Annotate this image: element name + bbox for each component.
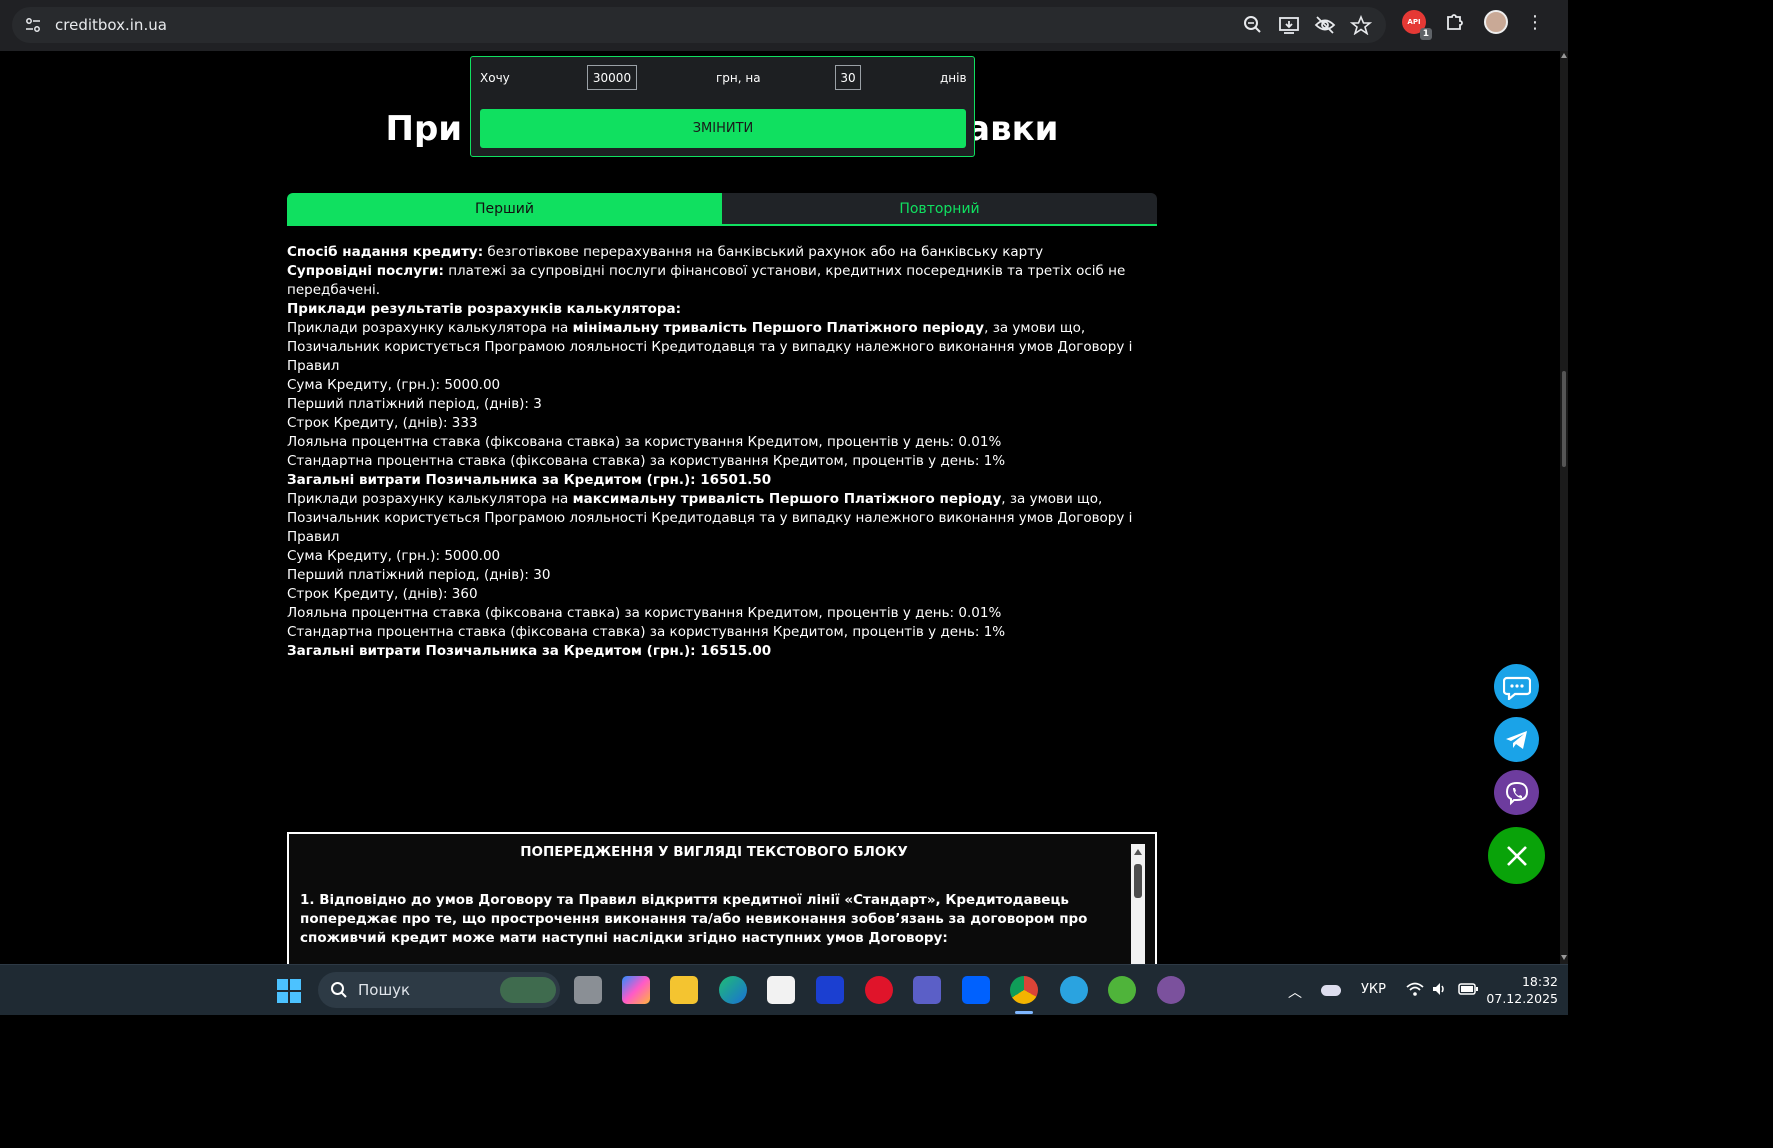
- close-contacts-button[interactable]: [1488, 827, 1545, 884]
- windows-start-icon[interactable]: [276, 978, 302, 1004]
- example2-total: Загальні витрати Позичальника за Кредито…: [287, 643, 772, 659]
- services-paragraph: Супровідні послуги: платежі за супровідн…: [287, 262, 1147, 300]
- file-explorer-icon[interactable]: [670, 976, 698, 1004]
- tray-overflow-chevron-icon[interactable]: ︿: [1288, 982, 1302, 1002]
- teams-icon[interactable]: [913, 976, 941, 1004]
- language-indicator[interactable]: УКР: [1361, 982, 1386, 997]
- zoom-icon[interactable]: [1242, 15, 1264, 35]
- example1-first-period: Перший платіжний період, (днів): 3: [287, 396, 542, 412]
- eye-off-icon[interactable]: [1314, 15, 1336, 35]
- search-placeholder: Пошук: [358, 981, 411, 999]
- example1-loyal-rate: Лояльна процентна ставка (фіксована став…: [287, 434, 1002, 450]
- close-icon: [1506, 845, 1527, 866]
- onedrive-cloud-icon[interactable]: [1321, 985, 1341, 996]
- store-icon[interactable]: [767, 976, 795, 1004]
- warning-title: ПОПЕРЕДЖЕННЯ У ВИГЛЯДІ ТЕКСТОВОГО БЛОКУ: [520, 844, 908, 860]
- profile-avatar[interactable]: [1484, 10, 1508, 34]
- address-bar[interactable]: creditbox.in.ua: [12, 7, 1386, 43]
- example1-total: Загальні витрати Позичальника за Кредито…: [287, 472, 772, 488]
- dropbox-icon[interactable]: [962, 976, 990, 1004]
- chrome-icon[interactable]: [1010, 976, 1038, 1004]
- example1-amount: Сума Кредиту, (грн.): 5000.00: [287, 377, 501, 393]
- search-highlight-image: [500, 977, 556, 1003]
- page-scrollbar[interactable]: [1560, 51, 1568, 964]
- example1-term: Строк Кредиту, (днів): 333: [287, 415, 478, 431]
- example2-intro: Приклади розрахунку калькулятора на макс…: [287, 491, 1133, 545]
- url-text[interactable]: creditbox.in.ua: [55, 16, 167, 34]
- telegram-button[interactable]: [1494, 717, 1539, 762]
- opera-icon[interactable]: [865, 976, 893, 1004]
- amount-input[interactable]: [587, 65, 637, 90]
- method-label: Спосіб надання кредиту:: [287, 244, 484, 260]
- active-app-indicator: [1015, 1011, 1033, 1014]
- taskbar-search[interactable]: Пошук: [318, 972, 560, 1008]
- volume-icon[interactable]: [1431, 981, 1447, 997]
- viber-button[interactable]: [1494, 770, 1539, 815]
- browser-menu-icon[interactable]: ⋮: [1526, 12, 1544, 33]
- copilot-icon[interactable]: [622, 976, 650, 1004]
- install-app-icon[interactable]: [1278, 15, 1300, 35]
- utorrent-icon[interactable]: [1108, 976, 1136, 1004]
- warning-text: 1. Відповідно до умов Договору та Правил…: [300, 892, 1088, 946]
- method-paragraph: Спосіб надання кредиту: безготівкове пер…: [287, 243, 1147, 262]
- viber-icon: [1505, 781, 1528, 805]
- battery-icon[interactable]: [1458, 983, 1478, 995]
- wifi-icon[interactable]: [1405, 981, 1425, 997]
- telegram-icon: [1505, 730, 1527, 749]
- examples-heading: Приклади результатів розрахунків калькул…: [287, 301, 682, 317]
- extension-badge-count: 1: [1419, 28, 1432, 40]
- example2-standard-rate: Стандартна процентна ставка (фіксована с…: [287, 624, 1006, 640]
- example1-intro: Приклади розрахунку калькулятора на міні…: [287, 320, 1133, 374]
- page-scroll-down-icon[interactable]: [1561, 955, 1567, 960]
- warning-scrollbar[interactable]: [1131, 844, 1145, 964]
- browser-toolbar: creditbox.in.ua АРІ 1 ⋮: [0, 0, 1568, 51]
- site-info-icon[interactable]: [24, 16, 42, 34]
- scroll-up-arrow-icon[interactable]: [1134, 849, 1142, 855]
- bookmark-star-icon[interactable]: [1350, 15, 1372, 35]
- currency-label: грн, на: [716, 71, 761, 85]
- days-input[interactable]: [835, 65, 861, 90]
- example2-first-period: Перший платіжний період, (днів): 30: [287, 567, 551, 583]
- telegram-taskbar-icon[interactable]: [1060, 976, 1088, 1004]
- client-type-tabs: Перший Повторний: [287, 193, 1157, 226]
- chat-button[interactable]: [1494, 664, 1539, 709]
- chat-bubble-icon: [1502, 676, 1531, 700]
- example2-term: Строк Кредиту, (днів): 360: [287, 586, 478, 602]
- example2-loyal-rate: Лояльна процентна ставка (фіксована став…: [287, 605, 1002, 621]
- services-label: Супровідні послуги:: [287, 263, 444, 279]
- change-button[interactable]: ЗМІНИТИ: [480, 109, 966, 148]
- scrollbar-thumb[interactable]: [1134, 864, 1142, 898]
- extension-label: АРІ: [1407, 18, 1421, 26]
- edge-icon[interactable]: [719, 976, 747, 1004]
- viber-taskbar-icon[interactable]: [1157, 976, 1185, 1004]
- want-label: Хочу: [480, 71, 510, 85]
- tab-first[interactable]: Перший: [287, 193, 722, 224]
- example1-standard-rate: Стандартна процентна ставка (фіксована с…: [287, 453, 1006, 469]
- example2-amount: Сума Кредиту, (грн.): 5000.00: [287, 548, 501, 564]
- loan-calculator-popup: Хочу грн, на днів ЗМІНИТИ: [470, 56, 975, 157]
- clock-date: 07.12.2025: [1486, 991, 1558, 1006]
- extensions-puzzle-icon[interactable]: [1444, 11, 1466, 33]
- method-text: безготівкове перерахування на банківськи…: [483, 244, 1044, 260]
- extension-icon[interactable]: АРІ 1: [1402, 10, 1432, 40]
- web-page: Приавки Хочу грн, на днів ЗМІНИТИ Перший…: [0, 51, 1568, 964]
- search-icon: [331, 982, 347, 998]
- tab-repeat[interactable]: Повторний: [722, 193, 1157, 224]
- page-scrollbar-thumb[interactable]: [1562, 371, 1566, 467]
- page-scroll-up-icon[interactable]: [1561, 53, 1567, 58]
- clock-time: 18:32: [1521, 974, 1558, 989]
- credit-info: Спосіб надання кредиту: безготівкове пер…: [287, 243, 1147, 661]
- task-view-icon[interactable]: [574, 976, 602, 1004]
- days-label: днів: [940, 71, 967, 85]
- windows-taskbar: Пошук ︿ УКР 18:32 07.12.2025: [0, 964, 1568, 1015]
- warning-block[interactable]: ПОПЕРЕДЖЕННЯ У ВИГЛЯДІ ТЕКСТОВОГО БЛОКУ …: [287, 832, 1157, 964]
- l-app-icon[interactable]: [816, 976, 844, 1004]
- system-clock[interactable]: 18:32 07.12.2025: [1486, 973, 1558, 1007]
